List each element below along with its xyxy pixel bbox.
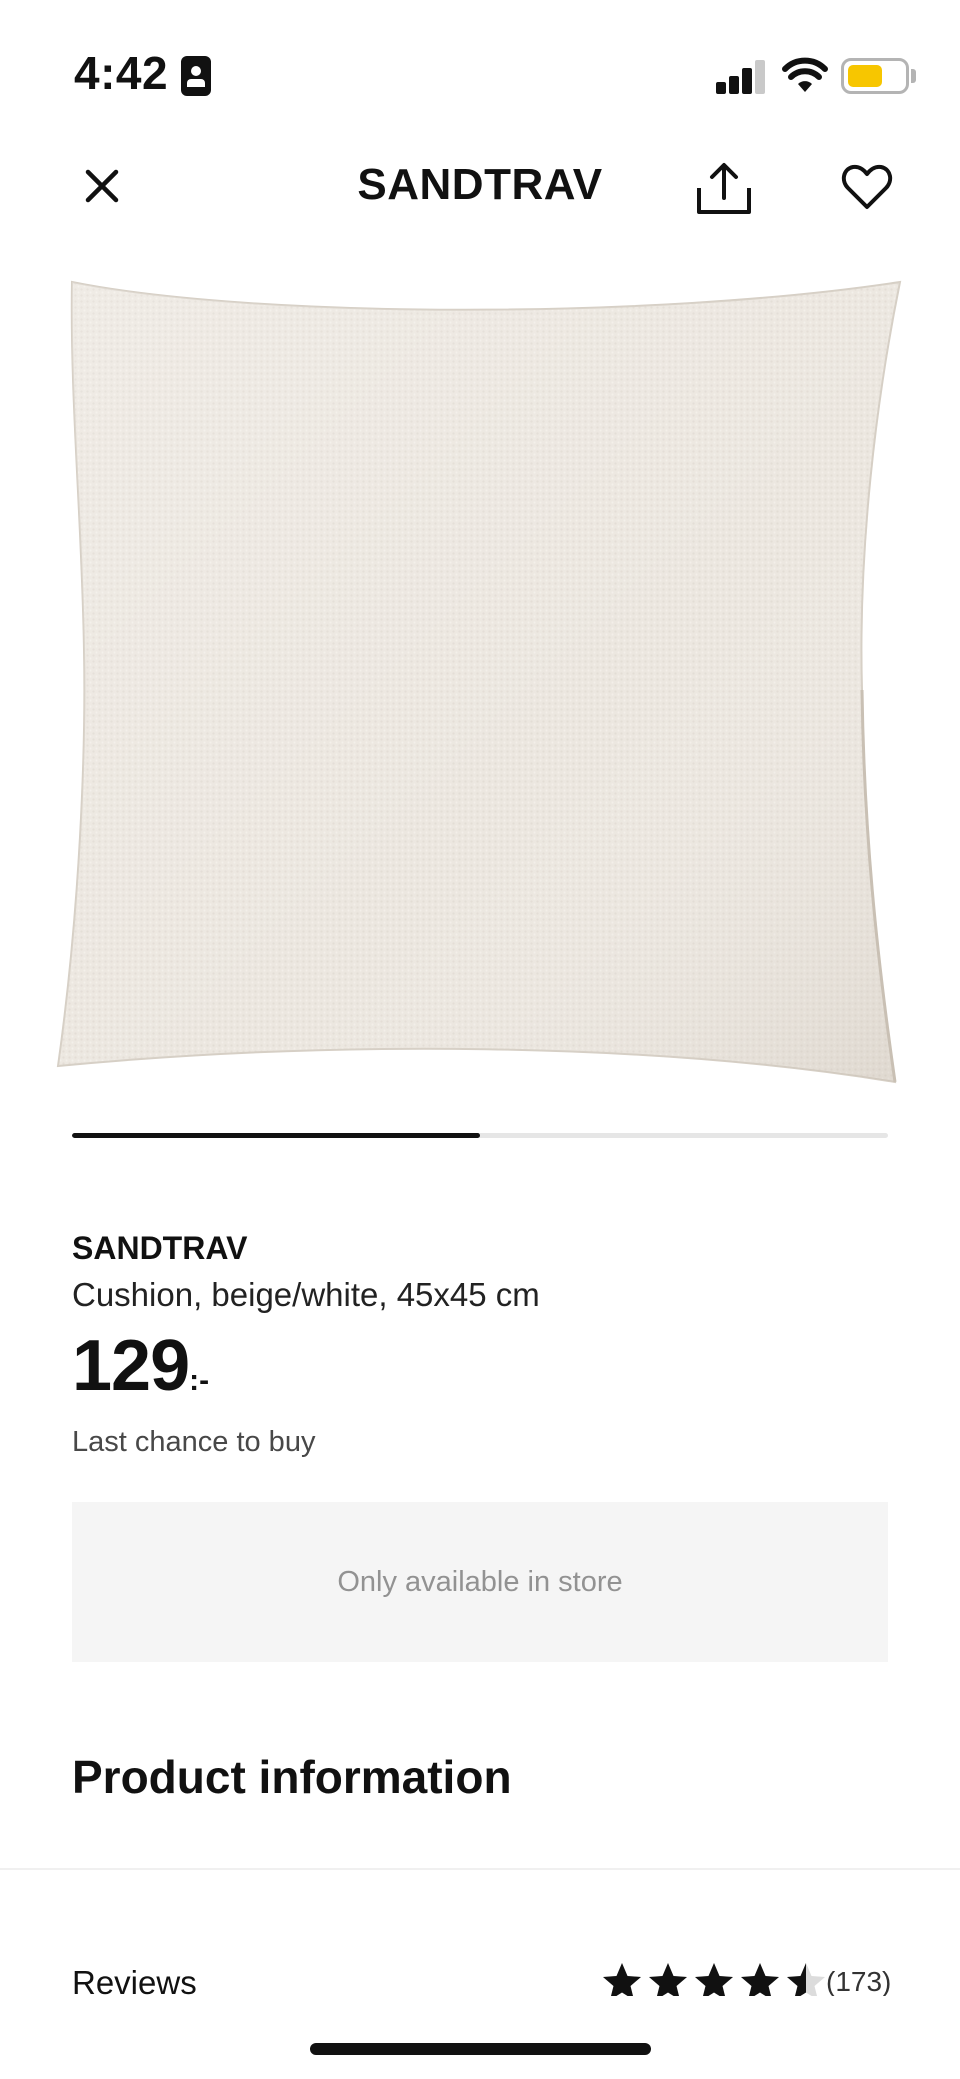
reviews-label: Reviews	[72, 1964, 197, 1996]
cellular-signal-icon	[716, 60, 766, 94]
battery-tip	[911, 69, 916, 83]
close-icon[interactable]	[78, 162, 126, 210]
star-icon	[695, 1963, 733, 1996]
price-suffix: :-	[189, 1364, 210, 1397]
contact-card-icon	[181, 56, 211, 96]
gallery-progress-fill	[72, 1133, 480, 1138]
star-icon	[649, 1963, 687, 1996]
product-price: 129:-	[72, 1330, 209, 1402]
review-count: (173)	[826, 1966, 892, 1996]
status-time: 4:42	[74, 47, 169, 99]
availability-text: Only available in store	[337, 1565, 623, 1598]
star-icon	[603, 1963, 641, 1996]
home-indicator[interactable]	[310, 2043, 651, 2055]
rating-stars	[600, 1960, 828, 1996]
availability-box: Only available in store	[72, 1502, 888, 1662]
last-chance-label: Last chance to buy	[72, 1426, 316, 1458]
battery-level	[848, 65, 882, 87]
star-icon	[741, 1963, 779, 1996]
share-icon[interactable]	[693, 160, 755, 218]
wifi-icon	[782, 57, 828, 92]
heart-icon[interactable]	[840, 162, 894, 212]
product-image[interactable]	[50, 270, 910, 1100]
divider	[0, 1868, 960, 1870]
product-name: SANDTRAV	[72, 1230, 248, 1266]
gallery-progress[interactable]	[72, 1133, 888, 1138]
battery-icon	[841, 58, 909, 94]
product-information-heading[interactable]: Product information	[72, 1750, 512, 1804]
page-title: SANDTRAV	[357, 160, 603, 209]
product-description: Cushion, beige/white, 45x45 cm	[72, 1276, 540, 1313]
price-value: 129	[72, 1326, 190, 1406]
reviews-row[interactable]: Reviews (173)	[0, 1960, 960, 1996]
top-nav: SANDTRAV	[0, 150, 960, 270]
status-bar: 4:42	[0, 0, 960, 150]
product-detail-screen: 4:42 SANDTRAV SANDTRAV Cushion, beige/wh…	[0, 0, 960, 2079]
star-icon	[787, 1963, 825, 1996]
